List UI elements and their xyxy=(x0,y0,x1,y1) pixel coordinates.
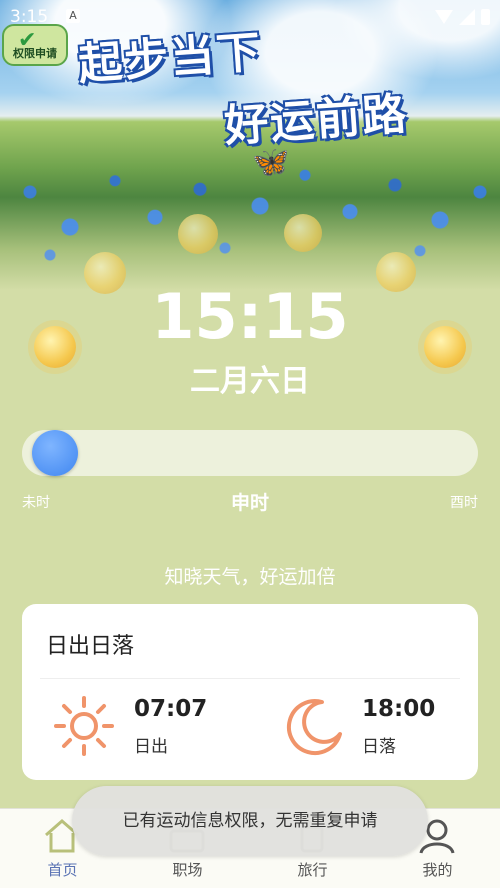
tab-mine-label: 我的 xyxy=(422,861,453,879)
slogan: 知晓天气，好运加倍 xyxy=(164,566,336,588)
hero-title-line1: 起步当下 xyxy=(76,26,264,91)
tab-travel-label: 旅行 xyxy=(297,861,328,879)
sunset-label: 日落 xyxy=(362,737,396,757)
permission-badge[interactable]: ✔ 权限申请 xyxy=(2,24,68,66)
hour-next-label: 酉时 xyxy=(450,495,478,511)
clock-time: 15:15 xyxy=(151,280,349,353)
bubble-decoration xyxy=(284,214,322,252)
permission-badge-label: 权限申请 xyxy=(13,47,57,60)
card-title: 日出日落 xyxy=(46,634,135,659)
card-divider xyxy=(40,678,460,679)
sunrise-label: 日出 xyxy=(134,737,168,757)
sunset-time: 18:00 xyxy=(362,696,436,722)
sunrise-time: 07:07 xyxy=(134,696,208,722)
wifi-icon xyxy=(435,10,453,24)
tab-home-label: 首页 xyxy=(47,861,78,879)
bubble-decoration xyxy=(178,214,218,254)
butterfly-icon: 🦋 xyxy=(252,145,290,180)
notification-icon: A xyxy=(66,9,80,23)
sun-icon xyxy=(54,696,114,756)
signal-icon xyxy=(459,9,475,25)
tab-workplace-label: 职场 xyxy=(172,861,203,879)
hour-slider[interactable] xyxy=(22,430,478,476)
flower-field xyxy=(0,150,500,290)
toast-message: 已有运动信息权限，无需重复申请 xyxy=(72,786,428,856)
hero-title-line2: 好运前路 xyxy=(222,88,410,153)
status-icons xyxy=(435,9,490,25)
sunrise-sunset-card: 日出日落 07:07 日出 18:00 日落 xyxy=(22,604,478,780)
moon-icon xyxy=(286,699,342,756)
clock-date: 二月六日 xyxy=(190,364,310,399)
battery-icon xyxy=(481,9,490,25)
hour-slider-knob[interactable] xyxy=(32,430,78,476)
hour-current-label: 申时 xyxy=(230,492,269,514)
